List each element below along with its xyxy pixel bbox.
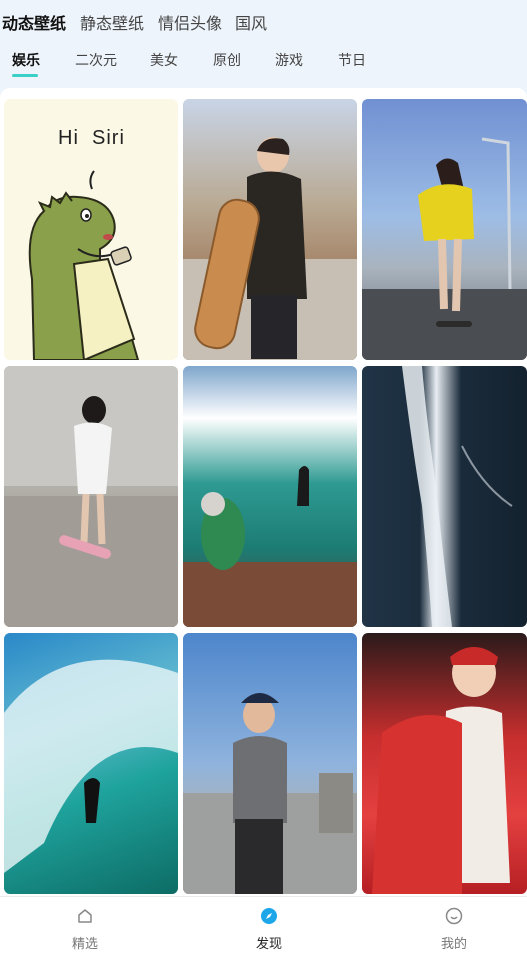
sub-tab-entertainment[interactable]: 娱乐 [12,50,40,70]
wallpaper-tile-cap-guy[interactable] [183,633,357,894]
wallpaper-tile-red-jacket-singer[interactable] [362,633,527,894]
active-tab-indicator [12,74,38,77]
home-icon [76,907,94,925]
nav-mine[interactable]: 我的 [414,907,494,952]
nav-discover-label: 发现 [255,937,282,952]
yellow-coat-skater-photo [362,137,527,360]
wave-surfer-photo [4,659,178,873]
wallpaper-tile-skateboard-boy[interactable] [183,99,357,360]
dinosaur-illustration [28,170,140,360]
wallpaper-tile-wave-surfer[interactable] [4,633,178,894]
nav-featured[interactable]: 精选 [45,907,125,952]
smile-icon [445,907,463,925]
sub-category-tabs: 娱乐 二次元 美女 原创 游戏 节日 [0,40,527,84]
sub-tab-anime[interactable]: 二次元 [75,50,117,70]
top-tab-static-wallpaper[interactable]: 静态壁纸 [80,10,144,34]
wallpaper-tile-surf-boat[interactable] [183,366,357,627]
top-tab-dynamic-wallpaper[interactable]: 动态壁纸 [2,10,66,34]
red-jacket-singer-photo [372,647,510,894]
sub-tab-festival[interactable]: 节日 [338,50,366,70]
skateboard-boy-photo [183,137,357,360]
wallpaper-tile-pink-board-girl[interactable] [4,366,178,627]
sub-tab-beauty[interactable]: 美女 [150,50,178,70]
nav-featured-label: 精选 [71,937,98,952]
wallpaper-tile-dino-cartoon[interactable]: Hi Siri [4,99,178,360]
top-tab-chinese-style[interactable]: 国风 [235,10,267,34]
top-category-tabs: 动态壁纸 静态壁纸 情侣头像 国风 [0,0,527,40]
sub-tab-original[interactable]: 原创 [213,50,241,70]
wallpaper-tile-waterfall[interactable] [362,366,527,627]
compass-icon [260,907,278,925]
cap-guy-photo [183,693,357,894]
bottom-navigation: 精选 发现 我的 [0,896,527,965]
wallpaper-tile-yellow-coat-skater[interactable] [362,99,527,360]
nav-discover[interactable]: 发现 [229,907,309,952]
top-tab-couple-avatar[interactable]: 情侣头像 [158,10,222,34]
surf-boat-photo [183,466,357,627]
nav-mine-label: 我的 [440,937,467,952]
sub-tab-games[interactable]: 游戏 [275,50,303,70]
waterfall-photo [402,366,513,627]
pink-board-girl-photo [4,366,178,627]
